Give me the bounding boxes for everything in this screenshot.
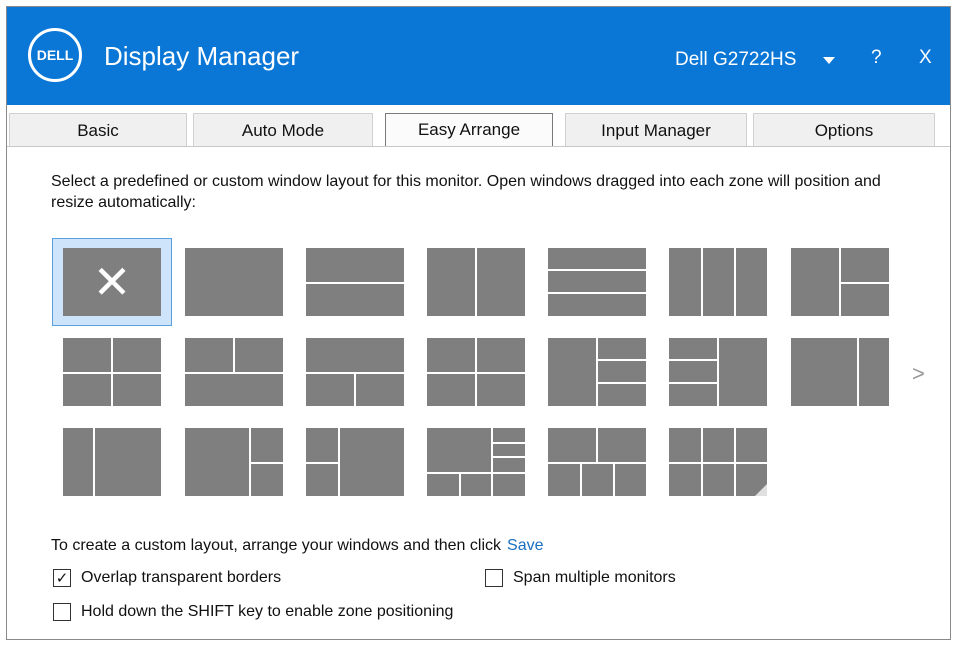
- tab-options[interactable]: Options: [753, 113, 935, 147]
- chevron-down-icon[interactable]: [823, 57, 835, 64]
- monitor-selector[interactable]: Dell G2722HS: [675, 49, 796, 71]
- tab-input-manager[interactable]: Input Manager: [565, 113, 747, 147]
- layout-quad[interactable]: [427, 338, 525, 406]
- app-title: Display Manager: [104, 41, 300, 71]
- save-link[interactable]: Save: [507, 537, 543, 554]
- shift-checkbox[interactable]: [53, 603, 71, 621]
- tab-easy-arrange[interactable]: Easy Arrange: [385, 113, 553, 147]
- chevron-right-icon[interactable]: >: [912, 361, 925, 387]
- tab-basic[interactable]: Basic: [9, 113, 187, 147]
- layout-three-columns[interactable]: [669, 248, 767, 316]
- span-option[interactable]: Span multiple monitors: [485, 569, 676, 587]
- layout-wide-left-right-split[interactable]: [185, 428, 283, 496]
- layout-left-right-three[interactable]: [548, 338, 646, 406]
- overlap-option[interactable]: ✓ Overlap transparent borders: [53, 569, 281, 587]
- layout-complex-grid-a[interactable]: [427, 428, 525, 496]
- layout-three-rows[interactable]: [548, 248, 646, 316]
- tab-bar: Basic Auto Mode Easy Arrange Input Manag…: [7, 107, 950, 151]
- shift-option[interactable]: Hold down the SHIFT key to enable zone p…: [53, 603, 453, 621]
- tab-auto-mode[interactable]: Auto Mode: [193, 113, 373, 147]
- layout-complex-grid-b[interactable]: [548, 428, 646, 496]
- span-label: Span multiple monitors: [513, 569, 676, 586]
- layout-left-split-wide-right[interactable]: [306, 428, 404, 496]
- layout-wide-left-narrow-right[interactable]: [791, 338, 889, 406]
- layout-top-split-bottom-full[interactable]: [185, 338, 283, 406]
- dell-logo: DELL: [28, 28, 82, 82]
- layout-description: Select a predefined or custom window lay…: [51, 173, 881, 211]
- span-checkbox[interactable]: [485, 569, 503, 587]
- layout-custom[interactable]: [669, 428, 767, 496]
- layout-full[interactable]: [185, 248, 283, 316]
- title-bar: DELL Display Manager Dell G2722HS ? X: [7, 7, 950, 105]
- shift-label: Hold down the SHIFT key to enable zone p…: [81, 603, 454, 620]
- layout-narrow-left-wide-right[interactable]: [63, 428, 161, 496]
- custom-layout-hint: To create a custom layout, arrange your …: [51, 537, 544, 554]
- close-button[interactable]: X: [919, 47, 932, 69]
- tab-divider: [7, 146, 950, 147]
- help-button[interactable]: ?: [871, 47, 882, 69]
- layout-none[interactable]: ✕: [63, 248, 161, 316]
- layout-top-full-bottom-split[interactable]: [306, 338, 404, 406]
- close-icon: ✕: [92, 256, 132, 308]
- overlap-label: Overlap transparent borders: [81, 569, 282, 586]
- layout-left-three-right[interactable]: [669, 338, 767, 406]
- layout-left-right-split[interactable]: [791, 248, 889, 316]
- display-manager-window: DELL Display Manager Dell G2722HS ? X Ba…: [6, 6, 951, 640]
- layout-quad-left-split[interactable]: [63, 338, 161, 406]
- layout-two-rows[interactable]: [306, 248, 404, 316]
- layout-two-columns[interactable]: [427, 248, 525, 316]
- page-fold-icon: [755, 484, 767, 496]
- overlap-checkbox[interactable]: ✓: [53, 569, 71, 587]
